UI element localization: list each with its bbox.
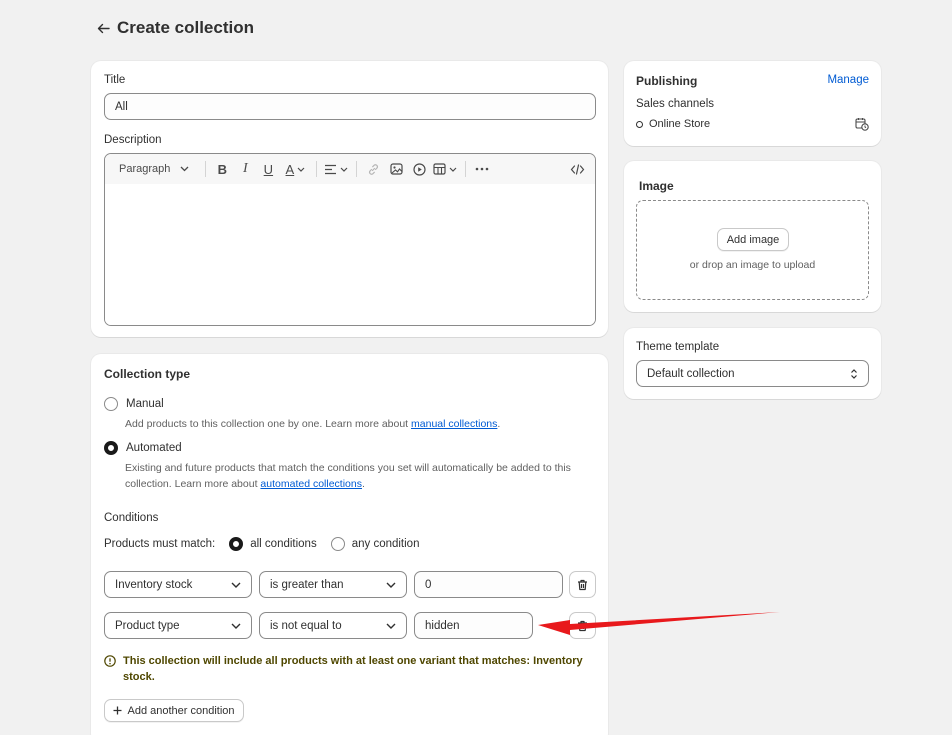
add-condition-button[interactable]: Add another condition [104,699,244,722]
video-icon[interactable] [409,159,429,179]
drop-image-text: or drop an image to upload [689,259,816,271]
link-icon[interactable] [363,159,383,179]
condition-field-value: Product type [115,619,180,632]
automated-help-end: . [361,478,365,490]
italic-icon[interactable]: I [235,159,255,179]
condition-field-select[interactable]: Product type [104,612,252,639]
align-icon[interactable] [323,159,349,179]
condition-operator-select[interactable]: is not equal to [259,612,407,639]
add-image-button[interactable]: Add image [717,228,789,251]
plus-icon [113,706,122,715]
page-title: Create collection [117,18,254,37]
title-description-card: Title All Description Paragraph B I U A [91,61,608,337]
schedule-calendar-icon[interactable] [855,117,869,134]
theme-template-select[interactable]: Default collection [636,360,869,387]
sales-channels-label: Sales channels [636,98,714,110]
more-options-icon[interactable] [472,159,492,179]
condition-operator-value: is greater than [270,578,344,591]
description-editor: Paragraph B I U A [104,153,596,326]
collection-type-heading: Collection type [104,367,191,381]
conditions-heading: Conditions [104,512,159,524]
collection-type-card: Collection type Manual Add products to t… [91,354,608,735]
text-color-icon[interactable]: A [281,159,309,179]
match-all-label: all conditions [250,538,317,550]
match-any-radio[interactable] [330,537,345,551]
automated-collections-link[interactable]: automated collections [260,478,362,490]
underline-icon[interactable]: U [258,159,278,179]
manual-radio[interactable] [104,397,118,411]
trash-icon [578,579,587,590]
manual-collections-link[interactable]: manual collections [411,418,497,430]
channel-name: Online Store [649,118,711,130]
status-dot-icon [636,120,643,128]
manual-option[interactable]: Manual [104,397,164,411]
title-input[interactable]: All [104,93,596,120]
title-label: Title [104,74,126,86]
chevron-down-icon [386,582,396,588]
image-heading: Image [639,179,674,193]
manual-help-text: Add products to this collection one by o… [125,418,412,430]
chevron-down-icon [180,166,189,172]
info-icon [104,655,116,667]
theme-template-label: Theme template [636,341,720,353]
automated-option[interactable]: Automated [104,441,182,455]
condition-operator-select[interactable]: is greater than [259,571,407,598]
image-insert-icon[interactable] [386,159,406,179]
format-select[interactable]: Paragraph [115,159,193,179]
manage-link[interactable]: Manage [827,74,869,86]
publishing-heading: Publishing [636,74,698,88]
manual-label: Manual [126,398,164,410]
table-icon[interactable] [432,159,458,179]
automated-label: Automated [126,442,182,454]
match-row: Products must match: all conditions any … [104,537,419,551]
condition-field-select[interactable]: Inventory stock [104,571,252,598]
condition-operator-value: is not equal to [270,619,342,632]
description-text-area[interactable] [105,184,595,325]
match-label: Products must match: [104,538,216,550]
chevron-down-icon [231,582,241,588]
editor-toolbar: Paragraph B I U A [105,154,595,184]
channel-online-store: Online Store [636,118,710,130]
add-condition-label: Add another condition [127,704,235,717]
bold-icon[interactable]: B [212,159,232,179]
match-any-label: any condition [351,538,420,550]
chevron-down-icon [386,623,396,629]
chevron-down-icon [231,623,241,629]
toolbar-divider [205,161,207,177]
condition-value-input[interactable]: hidden [414,612,533,639]
delete-condition-button[interactable] [569,571,596,598]
manual-help-end: . [497,418,501,430]
publishing-card: Publishing Manage Sales channels Online … [624,61,881,146]
code-view-icon[interactable] [567,159,587,179]
condition-field-value: Inventory stock [115,578,193,591]
image-dropzone[interactable]: Add image or drop an image to upload [636,200,869,300]
match-all-radio[interactable] [229,537,244,551]
back-arrow-icon[interactable] [95,20,111,36]
toolbar-divider [316,161,318,177]
annotation-arrow [538,612,780,635]
format-select-label: Paragraph [119,163,171,175]
manual-help: Add products to this collection one by o… [125,416,585,432]
toolbar-divider [465,161,467,177]
condition-warning: This collection will include all product… [104,653,589,685]
page-header: Create collection [95,16,254,40]
automated-radio[interactable] [104,441,118,455]
condition-value-input[interactable]: 0 [414,571,563,598]
automated-help: Existing and future products that match … [125,460,591,492]
theme-template-value: Default collection [647,367,735,380]
condition-warning-text: This collection will include all product… [123,655,583,683]
theme-template-card: Theme template Default collection [624,328,881,399]
select-arrows-icon [851,368,857,379]
image-card: Image Add image or drop an image to uplo… [624,161,881,312]
toolbar-divider [356,161,358,177]
description-label: Description [104,134,162,146]
